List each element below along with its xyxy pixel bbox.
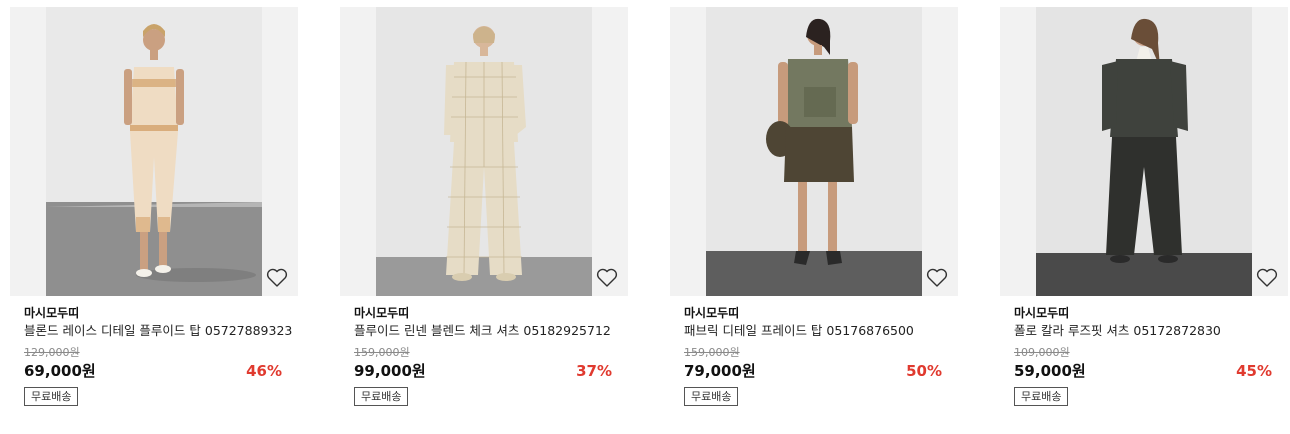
product-image-area[interactable] bbox=[340, 7, 628, 296]
product-info: 마시모두띠 패브릭 디테일 프레이드 탑 05176876500 159,000… bbox=[684, 306, 948, 406]
product-info: 마시모두띠 플루이드 린넨 블렌드 체크 셔츠 05182925712 159,… bbox=[354, 306, 618, 406]
product-name[interactable]: 플루이드 린넨 블렌드 체크 셔츠 05182925712 bbox=[354, 323, 618, 339]
product-info: 마시모두띠 폴로 칼라 루즈핏 셔츠 05172872830 109,000원 … bbox=[1014, 306, 1278, 406]
free-shipping-badge: 무료배송 bbox=[354, 387, 409, 406]
price-row: 69,000원 46% bbox=[24, 361, 288, 381]
product-image-area[interactable] bbox=[1000, 7, 1288, 296]
heart-outline-icon[interactable] bbox=[1256, 268, 1278, 288]
sale-price: 99,000원 bbox=[354, 362, 426, 380]
product-name[interactable]: 블론드 레이스 디테일 플루이드 탑 05727889323 bbox=[24, 323, 292, 339]
sale-price: 79,000원 bbox=[684, 362, 756, 380]
product-card[interactable]: 마시모두띠 블론드 레이스 디테일 플루이드 탑 05727889323 129… bbox=[10, 7, 298, 427]
product-card[interactable]: 마시모두띠 폴로 칼라 루즈핏 셔츠 05172872830 109,000원 … bbox=[1000, 7, 1288, 427]
discount-rate: 37% bbox=[576, 362, 612, 380]
product-info: 마시모두띠 블론드 레이스 디테일 플루이드 탑 05727889323 129… bbox=[24, 306, 292, 406]
product-image-area[interactable] bbox=[10, 7, 298, 296]
product-name[interactable]: 패브릭 디테일 프레이드 탑 05176876500 bbox=[684, 323, 948, 339]
product-brand[interactable]: 마시모두띠 bbox=[354, 306, 618, 321]
product-image-area[interactable] bbox=[670, 7, 958, 296]
free-shipping-badge: 무료배송 bbox=[684, 387, 739, 406]
original-price: 159,000원 bbox=[354, 346, 410, 359]
free-shipping-badge: 무료배송 bbox=[1014, 387, 1069, 406]
product-brand[interactable]: 마시모두띠 bbox=[684, 306, 948, 321]
sale-price: 69,000원 bbox=[24, 362, 96, 380]
product-photo[interactable] bbox=[46, 7, 262, 296]
original-price: 159,000원 bbox=[684, 346, 740, 359]
product-card[interactable]: 마시모두띠 플루이드 린넨 블렌드 체크 셔츠 05182925712 159,… bbox=[340, 7, 628, 427]
product-name[interactable]: 폴로 칼라 루즈핏 셔츠 05172872830 bbox=[1014, 323, 1278, 339]
product-card[interactable]: 마시모두띠 패브릭 디테일 프레이드 탑 05176876500 159,000… bbox=[670, 7, 958, 427]
heart-outline-icon[interactable] bbox=[926, 268, 948, 288]
product-brand[interactable]: 마시모두띠 bbox=[24, 306, 288, 321]
original-price: 129,000원 bbox=[24, 346, 80, 359]
product-photo[interactable] bbox=[706, 7, 922, 296]
discount-rate: 45% bbox=[1236, 362, 1272, 380]
heart-outline-icon[interactable] bbox=[596, 268, 618, 288]
product-brand[interactable]: 마시모두띠 bbox=[1014, 306, 1278, 321]
product-photo[interactable] bbox=[376, 7, 592, 296]
price-row: 79,000원 50% bbox=[684, 361, 948, 381]
discount-rate: 46% bbox=[246, 362, 282, 380]
discount-rate: 50% bbox=[906, 362, 942, 380]
sale-price: 59,000원 bbox=[1014, 362, 1086, 380]
price-row: 59,000원 45% bbox=[1014, 361, 1278, 381]
free-shipping-badge: 무료배송 bbox=[24, 387, 79, 406]
original-price: 109,000원 bbox=[1014, 346, 1070, 359]
product-photo[interactable] bbox=[1036, 7, 1252, 296]
price-row: 99,000원 37% bbox=[354, 361, 618, 381]
heart-outline-icon[interactable] bbox=[266, 268, 288, 288]
